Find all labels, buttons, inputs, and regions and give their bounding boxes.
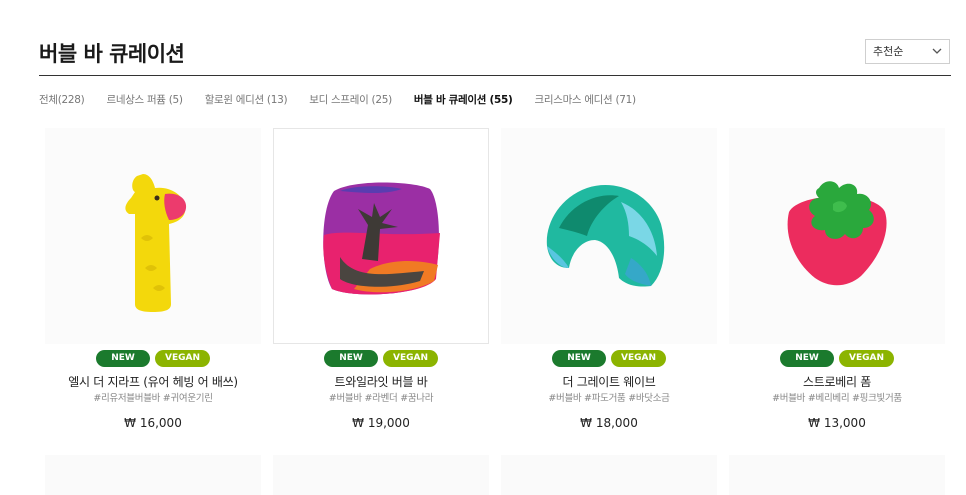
product-price: ₩ 18,000 — [580, 416, 638, 430]
tab-all[interactable]: 전체(228) — [39, 92, 85, 106]
tab-body-spray[interactable]: 보디 스프레이 (25) — [309, 92, 392, 106]
product-price: ₩ 13,000 — [808, 416, 866, 430]
product-card[interactable]: NEW VEGAN 스트로베리 폼 #버블바 #베리베리 #핑크빛거품 ₩ 13… — [729, 128, 945, 430]
vegan-badge: VEGAN — [383, 350, 438, 367]
strawberry-bubble-bar-image — [787, 181, 887, 286]
new-badge: NEW — [96, 350, 150, 367]
product-badges: NEW VEGAN — [45, 350, 261, 367]
product-tags: #버블바 #라벤더 #꿈나라 — [328, 393, 434, 404]
product-card-placeholder — [501, 455, 717, 495]
product-name[interactable]: 엘시 더 지라프 (유어 헤빙 어 배쓰) — [45, 373, 261, 390]
vegan-badge: VEGAN — [155, 350, 210, 367]
wave-bubble-bar-image — [546, 185, 665, 287]
product-card[interactable]: NEW VEGAN 트와일라잇 버블 바 #버블바 #라벤더 #꿈나라 ₩ 19… — [273, 128, 489, 430]
chevron-down-icon — [932, 48, 942, 54]
vegan-badge: VEGAN — [611, 350, 666, 367]
product-price: ₩ 19,000 — [352, 416, 410, 430]
product-name[interactable]: 스트로베리 폼 — [729, 373, 945, 390]
product-badges: NEW VEGAN — [729, 350, 945, 367]
category-tabs: 전체(228) 르네상스 퍼퓸 (5) 할로윈 에디션 (13) 보디 스프레이… — [39, 92, 658, 106]
product-image[interactable] — [45, 128, 261, 344]
product-badges: NEW VEGAN — [273, 350, 489, 367]
sort-selected-value: 추천순 — [873, 45, 904, 58]
product-card-placeholder — [45, 455, 261, 495]
product-tags: #버블바 #파도거품 #바닷소금 — [548, 393, 670, 404]
product-image[interactable] — [273, 128, 489, 344]
tab-halloween-edition[interactable]: 할로윈 에디션 (13) — [205, 92, 288, 106]
page-title: 버블 바 큐레이션 — [39, 42, 185, 66]
product-card-placeholder — [729, 455, 945, 495]
product-name[interactable]: 더 그레이트 웨이브 — [501, 373, 717, 390]
product-image[interactable] — [729, 128, 945, 344]
tab-renaissance-perfume[interactable]: 르네상스 퍼퓸 (5) — [106, 92, 183, 106]
product-price: ₩ 16,000 — [124, 416, 182, 430]
vegan-badge: VEGAN — [839, 350, 894, 367]
product-card-placeholder — [273, 455, 489, 495]
tab-bubble-bar-curation[interactable]: 버블 바 큐레이션 (55) — [414, 92, 513, 106]
product-card[interactable]: NEW VEGAN 엘시 더 지라프 (유어 헤빙 어 배쓰) #리유저블버블바… — [45, 128, 261, 430]
new-badge: NEW — [324, 350, 378, 367]
sort-select[interactable]: 추천순 — [865, 39, 950, 64]
product-badges: NEW VEGAN — [501, 350, 717, 367]
giraffe-bubble-bar-image — [125, 174, 187, 312]
product-name[interactable]: 트와일라잇 버블 바 — [273, 373, 489, 390]
next-row-placeholder — [45, 455, 945, 495]
page-header: 버블 바 큐레이션 추천순 — [39, 34, 951, 76]
twilight-bubble-bar-image — [323, 182, 440, 295]
product-tags: #버블바 #베리베리 #핑크빛거품 — [772, 393, 902, 404]
new-badge: NEW — [780, 350, 834, 367]
tab-christmas-edition[interactable]: 크리스마스 에디션 (71) — [534, 92, 636, 106]
product-image[interactable] — [501, 128, 717, 344]
new-badge: NEW — [552, 350, 606, 367]
product-card[interactable]: NEW VEGAN 더 그레이트 웨이브 #버블바 #파도거품 #바닷소금 ₩ … — [501, 128, 717, 430]
product-tags: #리유저블버블바 #귀여운기린 — [93, 393, 213, 404]
